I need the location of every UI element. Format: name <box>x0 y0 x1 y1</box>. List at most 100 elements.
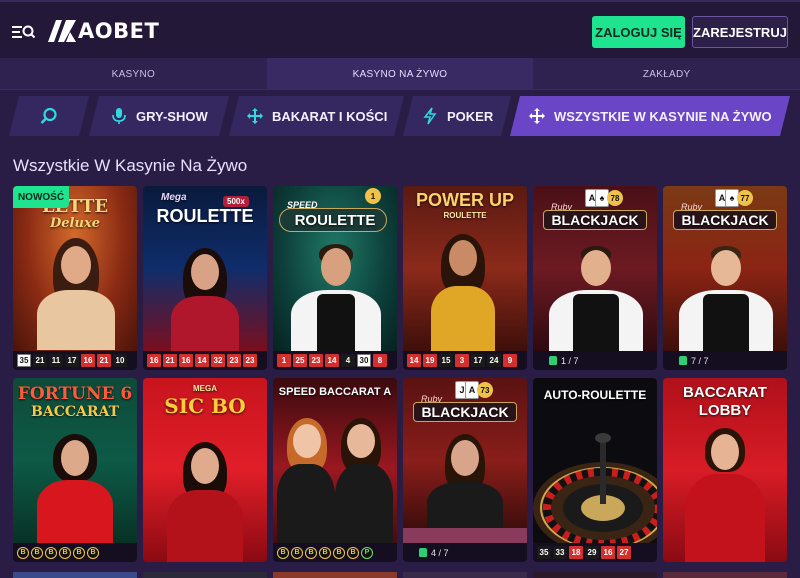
category-bakarat-i-kosci[interactable]: BAKARAT I KOŚCI <box>229 96 404 136</box>
game-tile-fortune-6-baccarat[interactable]: FORTUNE 6 BACCARAT B B B B B B <box>13 378 137 562</box>
result-number: 9 <box>503 354 517 367</box>
game-tile-mega-roulette[interactable]: Mega 500x ROULETTE 16 21 16 14 32 23 23 <box>143 186 267 370</box>
result-number: 16 <box>601 546 615 559</box>
game-title: SIC BO <box>164 394 246 418</box>
game-tile-power-up-roulette[interactable]: POWER UP ROULETTE 14 19 15 3 17 24 9 <box>403 186 527 370</box>
bead-result: B <box>347 546 359 559</box>
game-tile-baccarat-lobby[interactable]: BACCARAT LOBBY <box>663 378 787 562</box>
category-bar: GRY-SHOW BAKARAT I KOŚCI POKER WSZYSTKIE… <box>0 92 800 142</box>
cards-badge: JA 73 <box>455 381 493 399</box>
move-arrows-icon <box>246 108 263 124</box>
result-number: 4 <box>341 354 355 367</box>
result-number: 19 <box>423 354 437 367</box>
category-label: POKER <box>446 108 494 124</box>
seat-icon <box>549 356 557 365</box>
menu-search-icon[interactable] <box>12 22 36 42</box>
result-number: 30 <box>357 354 371 367</box>
result-number: 35 <box>17 354 31 367</box>
section-title: Wszystkie W Kasynie Na Żywo <box>13 156 248 175</box>
game-tile-speed-roulette[interactable]: SPEED ROULETTE 1 1 25 23 14 4 30 8 <box>273 186 397 370</box>
result-number: 21 <box>33 354 47 367</box>
game-title: SPEED BACCARAT A <box>278 386 392 398</box>
game-title: FORTUNE 6 <box>17 384 133 404</box>
bead-result: B <box>31 546 43 559</box>
result-number: 27 <box>617 546 631 559</box>
seats-count: 1 / 7 <box>561 355 579 366</box>
game-title: POWER UP <box>415 190 514 210</box>
search-icon <box>40 107 57 124</box>
bead-result: B <box>45 546 57 559</box>
game-tile-speed-baccarat-a[interactable]: SPEED BACCARAT A B B B B B B P <box>273 378 397 562</box>
results-bar: 35 21 11 17 16 21 10 <box>13 351 137 370</box>
result-number: 8 <box>373 354 387 367</box>
game-title: BLACKJACK <box>551 212 639 228</box>
bead-result: B <box>319 546 331 559</box>
lightning-icon <box>423 107 437 125</box>
result-number: 10 <box>113 354 127 367</box>
bead-result: B <box>333 546 345 559</box>
next-row-peek <box>13 572 787 578</box>
result-number: 23 <box>243 354 257 367</box>
game-tile-ruby-blackjack-77[interactable]: Ruby A ♠ 77 BLACKJACK 7 / 7 <box>663 186 787 370</box>
game-subtitle: Mega <box>161 192 187 203</box>
result-number: 16 <box>147 354 161 367</box>
result-number: 23 <box>309 354 323 367</box>
result-number: 35 <box>537 546 551 559</box>
top-header: AOBET ZALOGUJ SIĘ ZAREJESTRUJ <box>0 0 800 58</box>
bead-result: B <box>59 546 71 559</box>
game-title: ROULETTE <box>156 206 254 226</box>
tab-zaklady[interactable]: ZAKŁADY <box>533 58 800 90</box>
seats-indicator: 7 / 7 <box>667 356 709 366</box>
seat-icon <box>679 356 687 365</box>
bead-road: B B B B B B P <box>273 543 397 562</box>
tab-kasyno-na-zywo[interactable]: KASYNO NA ŻYWO <box>266 58 534 90</box>
cards-badge: A ♠ 77 <box>715 189 753 207</box>
login-button[interactable]: ZALOGUJ SIĘ <box>592 16 685 48</box>
game-title: BLACKJACK <box>421 404 509 420</box>
category-search[interactable] <box>9 96 89 136</box>
game-tile-mega-sic-bo[interactable]: MEGA SIC BO <box>143 378 267 562</box>
result-number: 14 <box>407 354 421 367</box>
bead-result: B <box>305 546 317 559</box>
result-number: 33 <box>553 546 567 559</box>
result-number: 21 <box>97 354 111 367</box>
bead-road: B B B B B B <box>13 543 137 562</box>
game-title: AUTO-ROULETTE <box>543 388 647 402</box>
seats-indicator: 1 / 7 <box>537 356 579 366</box>
move-arrows-icon <box>529 108 546 124</box>
tab-kasyno[interactable]: KASYNO <box>0 58 267 90</box>
logo-text: AOBET <box>78 19 160 43</box>
game-subtitle: LOBBY <box>698 402 752 419</box>
results-bar: 14 19 15 3 17 24 9 <box>403 351 527 370</box>
register-button[interactable]: ZAREJESTRUJ <box>692 16 788 48</box>
category-gry-show[interactable]: GRY-SHOW <box>89 96 229 136</box>
game-subtitle: ROULETTE <box>443 211 487 220</box>
new-badge: NOWOŚĆ <box>13 186 69 208</box>
result-number: 14 <box>325 354 339 367</box>
result-number: 3 <box>455 354 469 367</box>
result-number: 29 <box>585 546 599 559</box>
category-poker[interactable]: POKER <box>403 96 511 136</box>
result-number: 1 <box>277 354 291 367</box>
category-wszystkie[interactable]: WSZYSTKIE W KASYNIE NA ŻYWO <box>510 96 790 136</box>
game-tile-auto-roulette[interactable]: AUTO-ROULETTE 35 33 18 29 16 27 <box>533 378 657 562</box>
result-number: 24 <box>487 354 501 367</box>
brand-logo[interactable]: AOBET <box>48 18 159 44</box>
bead-result: B <box>291 546 303 559</box>
game-tile-ruby-blackjack-78[interactable]: Ruby A ♠ 78 BLACKJACK 1 / 7 <box>533 186 657 370</box>
game-tile-ruby-blackjack-73[interactable]: Ruby JA 73 BLACKJACK 4 / 7 <box>403 378 527 562</box>
results-bar: 16 21 16 14 32 23 23 <box>143 351 267 370</box>
game-title: ROULETTE <box>294 212 376 229</box>
result-number: 25 <box>293 354 307 367</box>
results-bar: 35 33 18 29 16 27 <box>533 543 657 562</box>
category-label: BAKARAT I KOŚCI <box>271 108 388 124</box>
bead-result: B <box>277 546 289 559</box>
cards-badge: A ♠ 78 <box>585 189 623 207</box>
bead-result: B <box>17 546 29 559</box>
result-number: 21 <box>163 354 177 367</box>
seats-bar: 7 / 7 <box>663 351 787 370</box>
roulette-wheel-icon <box>533 433 657 543</box>
microphone-icon <box>112 108 126 124</box>
game-tile-lette-deluxe[interactable]: LETTE Deluxe NOWOŚĆ 35 21 11 17 16 21 10 <box>13 186 137 370</box>
seats-count: 4 / 7 <box>431 547 449 558</box>
